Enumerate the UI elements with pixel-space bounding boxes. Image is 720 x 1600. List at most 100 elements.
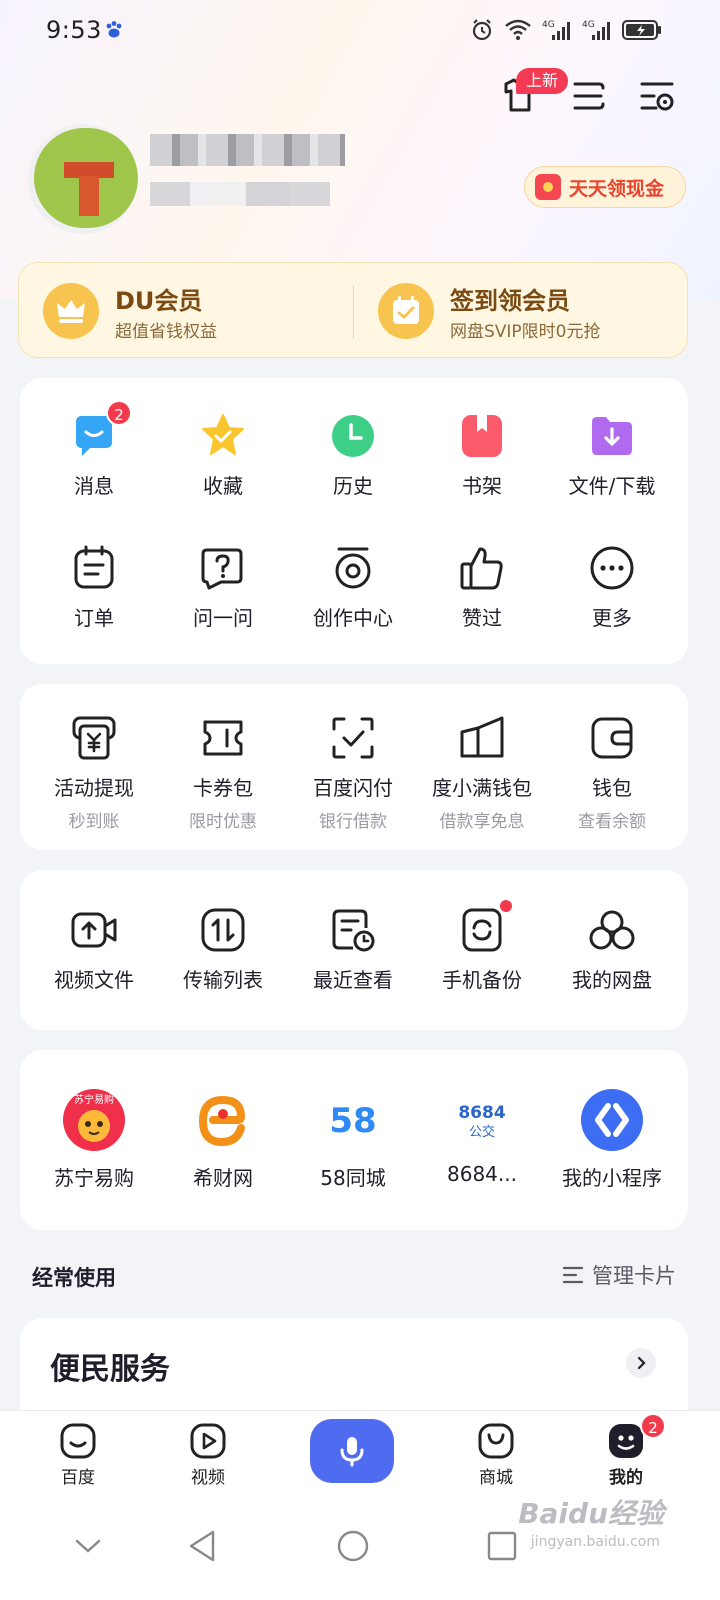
mini-program-icon: [580, 1088, 644, 1152]
transfer-icon: [199, 906, 247, 954]
tab-mine[interactable]: 2 我的: [576, 1413, 676, 1488]
xicai-logo-icon: [191, 1088, 255, 1152]
du-member-subtitle: 超值省钱权益: [115, 322, 217, 342]
mini-app-xicai[interactable]: 希财网: [158, 1088, 288, 1191]
tab-baidu[interactable]: 百度: [28, 1421, 128, 1488]
grid-item-orders[interactable]: 订单: [29, 544, 159, 631]
username-blurred[interactable]: [150, 134, 345, 166]
grid-label: 收藏: [203, 474, 243, 498]
frequent-use-title: 经常使用: [32, 1266, 116, 1290]
recents-square-icon[interactable]: [482, 1526, 522, 1566]
signin-member-subtitle: 网盘SVIP限时0元抢: [450, 322, 601, 342]
grid-label: 8684...: [447, 1162, 517, 1186]
signin-member-entry[interactable]: 签到领会员 网盘SVIP限时0元抢: [354, 263, 689, 359]
grid-item-more[interactable]: 更多: [547, 544, 677, 631]
grid-item-history[interactable]: 历史: [288, 412, 418, 499]
backup-red-dot: [500, 900, 512, 912]
daily-cash-button[interactable]: 天天领现金: [524, 166, 686, 208]
back-triangle-icon[interactable]: [182, 1526, 222, 1566]
netdisk-item-transfer[interactable]: 传输列表: [158, 906, 288, 993]
mini-app-8684[interactable]: 8684 公交 8684...: [417, 1088, 547, 1186]
58-logo-text: 58: [329, 1101, 376, 1141]
microphone-icon: [340, 1437, 364, 1467]
duxiaoman-icon: [458, 714, 506, 762]
mini-app-my-programs[interactable]: 我的小程序: [547, 1088, 677, 1191]
finance-item-withdraw[interactable]: 活动提现 秒到账: [29, 714, 159, 832]
netdisk-item-video[interactable]: 视频文件: [29, 906, 159, 993]
grid-label: 书架: [462, 474, 502, 498]
grid-item-ask[interactable]: 问一问: [158, 544, 288, 631]
grid-sublabel: 限时优惠: [189, 812, 257, 832]
netdisk-item-recent[interactable]: 最近查看: [288, 906, 418, 993]
8684-logo-sub: 公交: [469, 1124, 495, 1140]
finance-item-duxiaoman[interactable]: 度小满钱包 借款享免息: [417, 714, 547, 832]
netdisk-item-mydisk[interactable]: 我的网盘: [547, 906, 677, 993]
watermark-url: jingyan.baidu.com: [530, 1534, 660, 1550]
signal-icon: 4G: [542, 20, 570, 40]
grid-label: 58同城: [320, 1166, 386, 1190]
voice-search-button[interactable]: [310, 1419, 394, 1483]
grid-label: 百度闪付: [313, 776, 393, 800]
grid-item-message[interactable]: 2 消息: [29, 400, 159, 499]
8684-logo-icon: 8684 公交: [450, 1088, 514, 1152]
service-title: 便民服务: [50, 1352, 170, 1387]
message-badge: 2: [106, 400, 132, 426]
shopping-bag-icon: [478, 1423, 514, 1459]
chevron-down-icon[interactable]: [68, 1526, 108, 1566]
netdisk-card: 视频文件 传输列表 最近查看 手机备份 我的网盘: [20, 870, 688, 1030]
video-play-icon: [190, 1423, 226, 1459]
tab-label: 百度: [61, 1468, 95, 1488]
home-circle-icon[interactable]: [333, 1526, 373, 1566]
tab-label: 视频: [191, 1468, 225, 1488]
grid-sublabel: 银行借款: [319, 812, 387, 832]
status-time: 9:53: [46, 16, 102, 44]
avatar[interactable]: [28, 124, 138, 234]
mini-app-suning[interactable]: 苏宁易购 苏宁易购: [29, 1088, 159, 1191]
suning-logo-icon: 苏宁易购: [62, 1088, 126, 1152]
grid-item-files[interactable]: 文件/下载: [547, 412, 677, 499]
calendar-check-icon: [378, 283, 434, 339]
grid-sublabel: 借款享免息: [439, 812, 525, 832]
coupon-icon: [199, 714, 247, 762]
grid-label: 创作中心: [313, 606, 393, 630]
grid-label: 我的小程序: [562, 1166, 662, 1190]
finance-item-wallet[interactable]: 钱包 查看余额: [547, 714, 677, 832]
download-folder-icon: [588, 412, 636, 460]
grid-item-bookshelf[interactable]: 书架: [417, 412, 547, 499]
grid-item-favorites[interactable]: 收藏: [158, 412, 288, 499]
avatar-image: [34, 128, 138, 228]
thumbs-up-icon: [458, 544, 506, 592]
grid-sublabel: 秒到账: [68, 812, 120, 832]
finance-item-quickpay[interactable]: 百度闪付 银行借款: [288, 714, 418, 832]
baidu-jingyan-watermark: Baidu经验: [518, 1497, 664, 1530]
question-icon: [199, 544, 247, 592]
tab-mall[interactable]: 商城: [446, 1421, 546, 1488]
more-icon: [588, 544, 636, 592]
grid-label: 希财网: [193, 1166, 253, 1190]
suning-logo-text: 苏宁易购: [74, 1093, 114, 1106]
mini-app-58[interactable]: 58 58同城: [288, 1088, 418, 1191]
grid-label: 苏宁易购: [54, 1166, 134, 1190]
manage-cards-label: 管理卡片: [592, 1264, 676, 1288]
grid-label: 手机备份: [442, 968, 522, 992]
manage-cards-button[interactable]: 管理卡片: [562, 1260, 676, 1290]
order-icon: [70, 544, 118, 592]
user-info-blurred: [150, 182, 330, 206]
chevron-right-icon[interactable]: [626, 1348, 656, 1378]
wallet-icon: [588, 714, 636, 762]
signal-icon-2: 4G: [582, 20, 610, 40]
list-icon[interactable]: [566, 74, 610, 118]
grid-item-liked[interactable]: 赞过: [417, 544, 547, 631]
netdisk-item-backup[interactable]: 手机备份: [417, 900, 547, 993]
mini-apps-card: 苏宁易购 苏宁易购 希财网 58 58同城 8684 公交 8684... 我的…: [20, 1050, 688, 1230]
tab-video[interactable]: 视频: [158, 1421, 258, 1488]
battery-icon: [622, 20, 661, 40]
member-card: DU会员 超值省钱权益 签到领会员 网盘SVIP限时0元抢: [18, 262, 688, 358]
new-badge: 上新: [516, 68, 569, 94]
finance-item-coupons[interactable]: 卡券包 限时优惠: [158, 714, 288, 832]
grid-item-creator[interactable]: 创作中心: [288, 544, 418, 631]
recent-doc-icon: [329, 906, 377, 954]
du-member-entry[interactable]: DU会员 超值省钱权益: [19, 263, 354, 359]
grid-label: 文件/下载: [568, 474, 656, 498]
settings-icon[interactable]: [636, 74, 680, 118]
